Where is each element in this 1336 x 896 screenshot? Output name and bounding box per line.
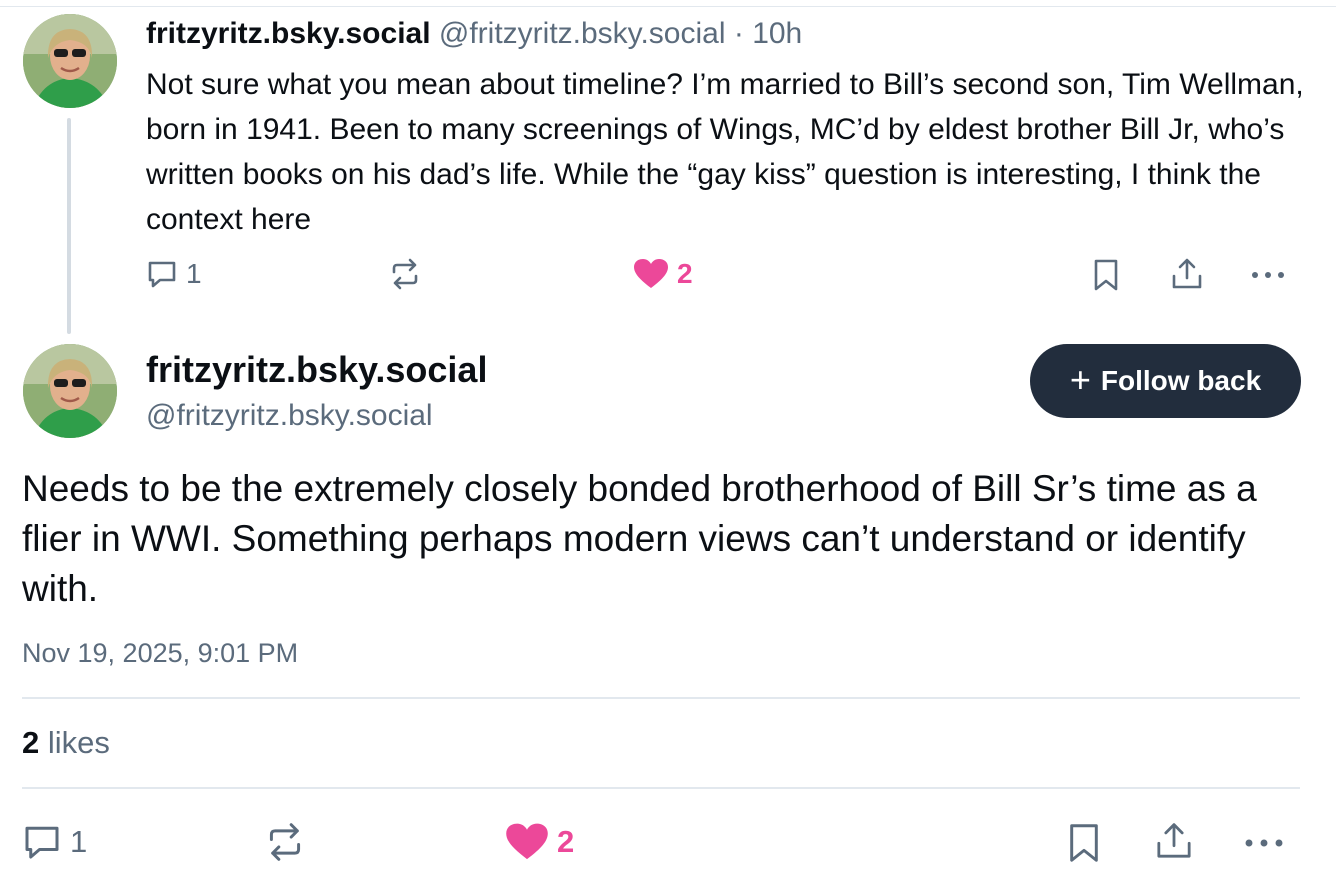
- parent-post-text: Not sure what you mean about timeline? I…: [146, 68, 1304, 236]
- parent-more-button[interactable]: [1250, 262, 1286, 288]
- parent-author-handle[interactable]: @fritzyritz.bsky.social: [439, 17, 726, 50]
- main-more-button[interactable]: [1243, 828, 1285, 858]
- follow-back-button[interactable]: + Follow back: [1030, 344, 1301, 418]
- parent-share-button[interactable]: [1170, 256, 1204, 292]
- reply-bubble-icon: [25, 826, 59, 859]
- parent-post-avatar[interactable]: [23, 14, 117, 108]
- parent-reply-button[interactable]: 1: [146, 258, 202, 290]
- likes-count: 2: [22, 725, 40, 760]
- main-post-timestamp: Nov 19, 2025, 9:01 PM: [22, 638, 299, 668]
- main-like-count: 2: [557, 824, 575, 859]
- parent-author-name[interactable]: fritzyritz.bsky.social: [146, 17, 431, 50]
- likes-summary[interactable]: 2 likes: [22, 722, 110, 764]
- main-bookmark-button[interactable]: [1068, 822, 1100, 864]
- divider: [22, 787, 1300, 789]
- parent-post-header: fritzyritz.bsky.social @fritzyritz.bsky.…: [146, 14, 802, 54]
- parent-post-time[interactable]: 10h: [752, 17, 802, 50]
- header-separator: ·: [733, 17, 744, 50]
- heart-icon: [506, 823, 548, 860]
- main-post-avatar[interactable]: [23, 344, 117, 438]
- bookmark-icon: [1070, 824, 1098, 862]
- main-author-name[interactable]: fritzyritz.bsky.social: [146, 348, 487, 392]
- repost-icon: [392, 258, 418, 290]
- share-icon: [1172, 258, 1202, 289]
- share-icon: [1157, 823, 1191, 858]
- top-divider: [0, 6, 1336, 7]
- more-options-icon: [1252, 272, 1284, 278]
- reply-bubble-icon: [148, 261, 176, 288]
- main-post-text: Needs to be the extremely closely bonded…: [22, 468, 1257, 609]
- follow-back-label: Follow back: [1100, 365, 1262, 396]
- heart-icon: [634, 259, 668, 288]
- main-share-button[interactable]: [1154, 820, 1194, 862]
- main-reply-button[interactable]: 1: [22, 822, 87, 862]
- bookmark-icon: [1094, 259, 1118, 291]
- parent-repost-button[interactable]: [388, 258, 422, 290]
- likes-label: likes: [47, 725, 110, 760]
- main-author-handle[interactable]: @fritzyritz.bsky.social: [146, 396, 433, 436]
- parent-like-button[interactable]: 2: [633, 258, 693, 290]
- more-options-icon: [1245, 839, 1283, 847]
- main-repost-button[interactable]: [264, 822, 306, 862]
- main-like-button[interactable]: 2: [505, 822, 574, 862]
- plus-icon: +: [1069, 358, 1091, 400]
- parent-reply-count: 1: [186, 258, 202, 289]
- main-reply-count: 1: [70, 824, 88, 859]
- thread-connector-line: [67, 118, 71, 334]
- parent-like-count: 2: [677, 258, 693, 289]
- parent-bookmark-button[interactable]: [1093, 258, 1119, 292]
- repost-icon: [269, 823, 301, 861]
- divider: [22, 697, 1300, 699]
